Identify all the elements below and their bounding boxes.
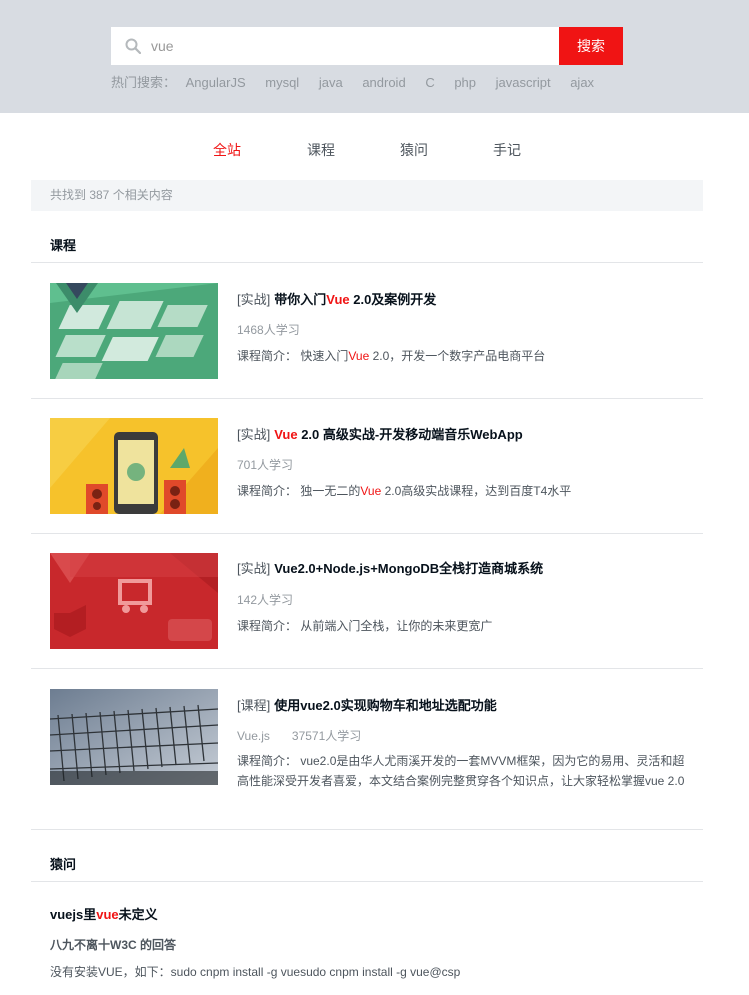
divider [31,668,703,669]
hot-search-link[interactable]: ajax [570,75,594,90]
answerer-label: 八九不离十W3C 的回答 [50,938,177,952]
tab-qa[interactable]: 猿问 [400,140,428,160]
course-thumbnail[interactable] [50,418,218,514]
search-button[interactable]: 搜索 [559,27,623,65]
result-tabs: 全站 课程 猿问 手记 [0,140,749,160]
course-author[interactable]: Vue.js [237,729,270,743]
course-thumbnail[interactable] [50,553,218,649]
qa-section-title: 猿问 [50,857,77,872]
hot-search-link[interactable]: php [454,75,476,90]
course-title[interactable]: [实战] 带你入门Vue 2.0及案例开发 [237,289,436,308]
tab-all[interactable]: 全站 [213,140,241,160]
tab-notes[interactable]: 手记 [493,140,521,160]
course-learners: 1468人学习 [237,323,300,337]
hot-search-link[interactable]: C [425,75,434,90]
course-description: 课程简介： vue2.0是由华人尤雨溪开发的一套MVVM框架，因为它的易用、灵活… [237,754,685,788]
hot-searches: 热门搜索： AngularJS mysql java android C php… [111,72,610,91]
search-header: 搜索 热门搜索： AngularJS mysql java android C … [0,0,749,113]
courses-section-title: 课程 [50,238,77,253]
search-box[interactable] [111,27,559,65]
course-tag: [课程] [237,698,271,713]
divider [31,262,703,263]
divider [31,398,703,399]
course-description: 课程简介： 独一无二的Vue 2.0高级实战课程，达到百度T4水平 [237,484,572,498]
course-title-text: 使用vue2.0实现购物车和地址选配功能 [274,698,497,713]
hot-search-link[interactable]: java [319,75,343,90]
hot-search-label: 热门搜索： [111,75,177,90]
tab-courses[interactable]: 课程 [307,140,335,160]
course-thumbnail[interactable] [50,283,218,379]
course-tag: [实战] [237,427,271,442]
hot-search-link[interactable]: mysql [265,75,299,90]
hot-search-link[interactable]: AngularJS [186,75,246,90]
course-learners: 37571人学习 [291,729,362,743]
course-learners: 701人学习 [237,458,294,472]
course-tag: [实战] [237,292,271,307]
course-tag: [实战] [237,561,271,576]
course-learners: 142人学习 [237,593,294,607]
course-thumbnail[interactable] [50,689,218,785]
keyword-highlight: Vue [326,292,350,307]
course-title[interactable]: [实战] Vue 2.0 高级实战-开发移动端音乐WebApp [237,424,523,443]
keyword-highlight: Vue [274,427,298,442]
divider [31,829,703,830]
course-description: 课程简介： 从前端入门全栈，让你的未来更宽广 [237,619,493,633]
divider [31,881,703,882]
course-title[interactable]: [课程] 使用vue2.0实现购物车和地址选配功能 [237,695,497,714]
hot-search-link[interactable]: javascript [496,75,551,90]
course-title[interactable]: [实战] Vue2.0+Node.js+MongoDB全栈打造商城系统 [237,558,543,577]
search-icon [125,38,141,54]
question-title[interactable]: vuejs里vue未定义 [50,904,158,923]
course-description: 课程简介： 快速入门Vue 2.0，开发一个数字产品电商平台 [237,349,546,363]
divider [31,533,703,534]
answer-excerpt: 没有安装VUE，如下：sudo cnpm install -g vuesudo … [50,965,461,979]
course-title-text: 带你入门 [274,292,327,307]
course-meta: Vue.js 37571人学习 [237,727,361,744]
course-title-text: Vue2.0+Node.js+MongoDB全栈打造商城系统 [274,561,544,576]
result-count: 共找到 387 个相关内容 [31,180,703,211]
course-title-text: 2.0及案例开发 [349,292,437,307]
search-input[interactable] [151,27,551,65]
hot-search-link[interactable]: android [362,75,405,90]
course-title-text: 2.0 高级实战-开发移动端音乐WebApp [297,427,523,442]
